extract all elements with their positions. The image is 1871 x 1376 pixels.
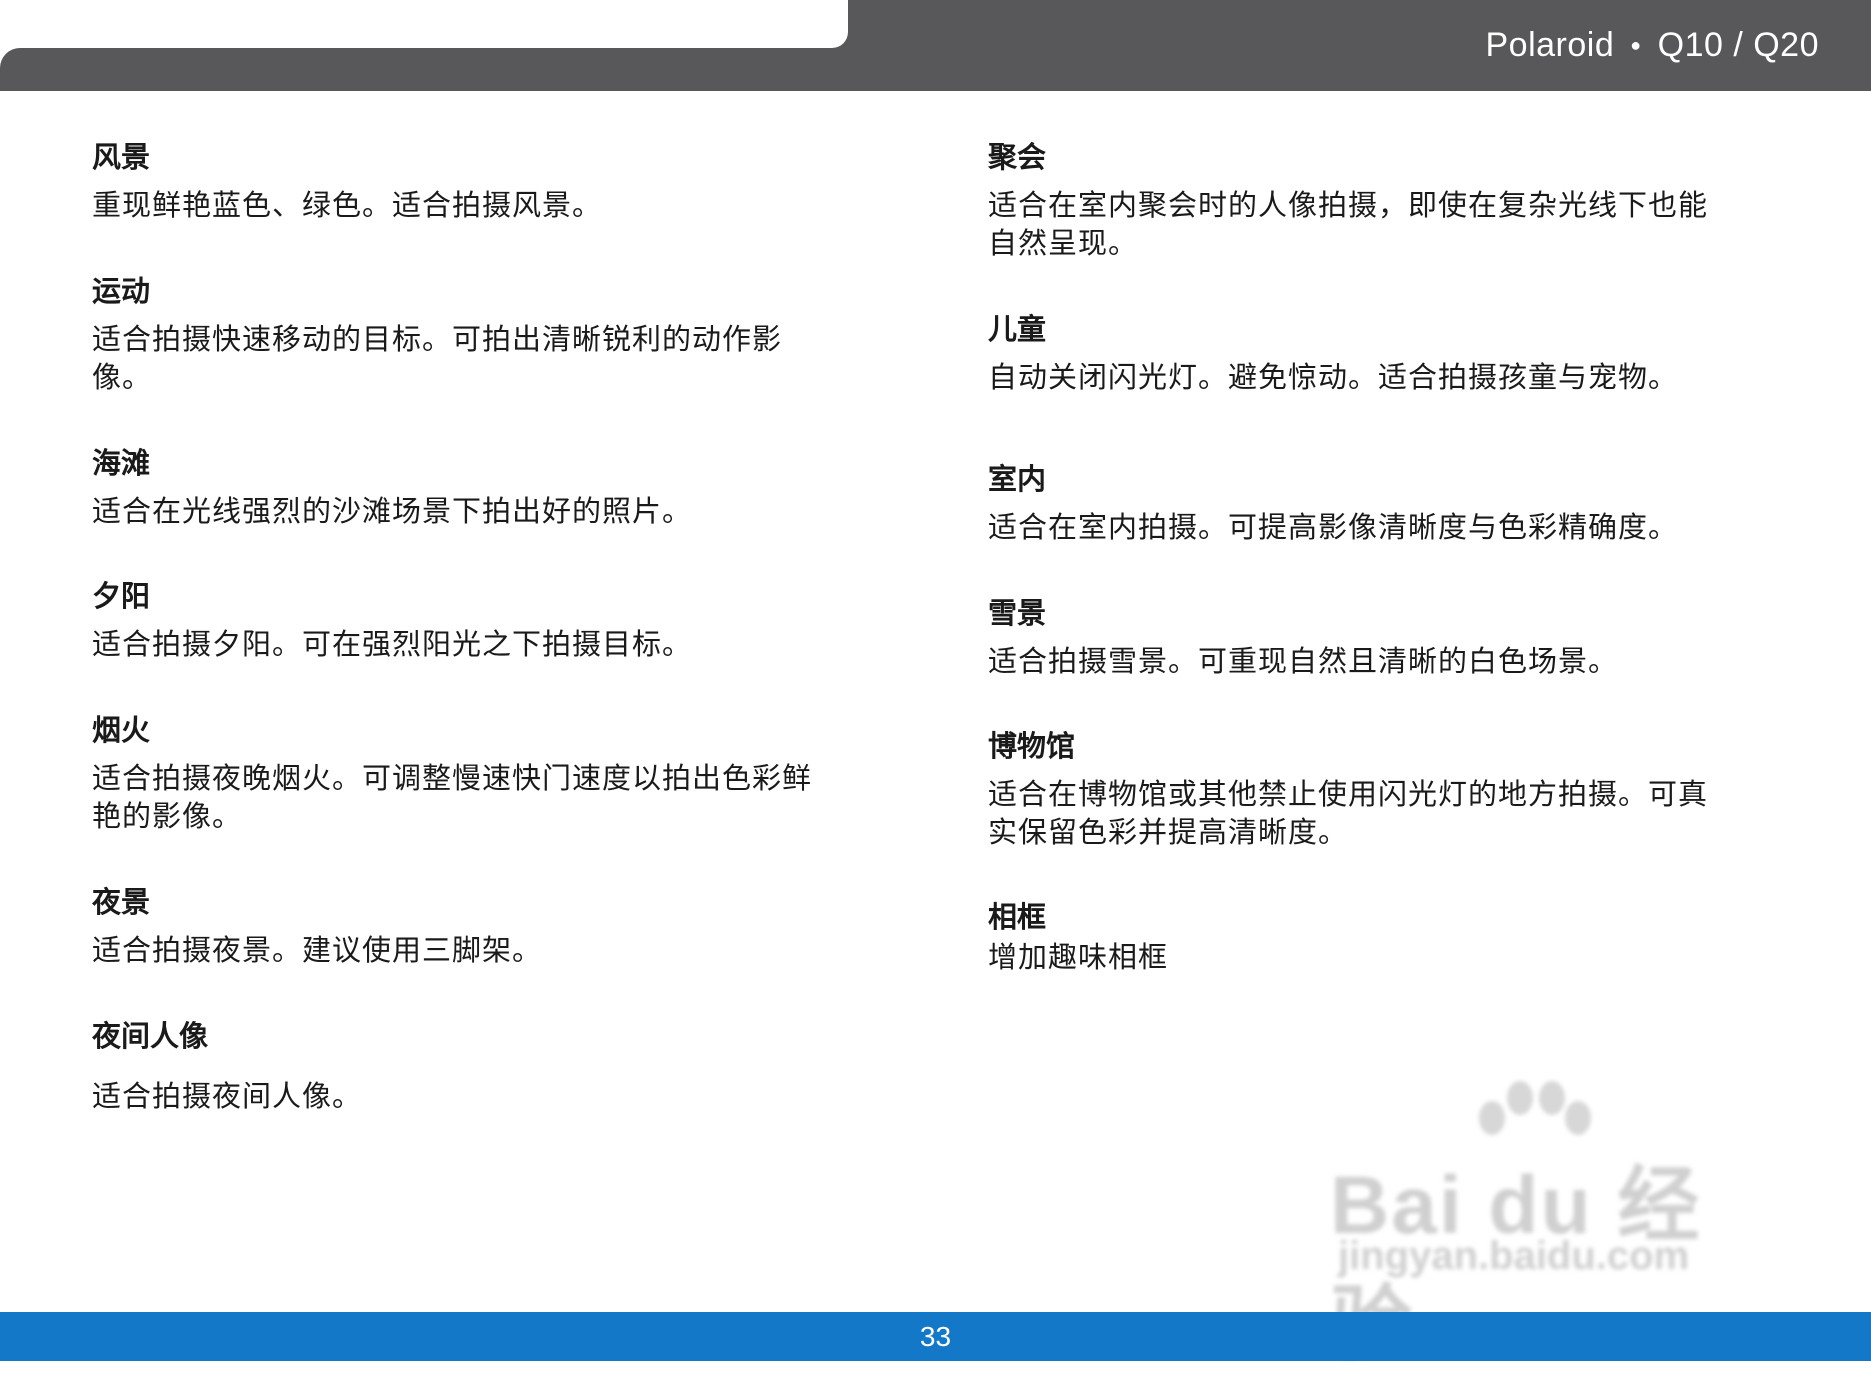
page-footer: 33 <box>0 1312 1871 1361</box>
mode-title: 雪景 <box>988 596 1047 630</box>
mode-title: 烟火 <box>92 713 151 747</box>
brand-name: Polaroid <box>1485 25 1615 64</box>
mode-description: 增加趣味相框 <box>988 940 1169 974</box>
mode-section-indoor: 室内 适合在室内拍摄。可提高影像清晰度与色彩精确度。 <box>988 460 1768 594</box>
mode-section-sports: 运动 适合拍摄快速移动的目标。可拍出清晰锐利的动作影 像。 <box>92 272 872 444</box>
mode-description: 自动关闭闪光灯。避免惊动。适合拍摄孩童与宠物。 <box>988 360 1679 394</box>
mode-title: 运动 <box>92 274 151 308</box>
bullet-separator: ● <box>1630 34 1642 55</box>
mode-section-children: 儿童 自动关闭闪光灯。避免惊动。适合拍摄孩童与宠物。 <box>988 310 1768 460</box>
mode-description: 适合拍摄夜间人像。 <box>92 1079 363 1113</box>
mode-title: 相框 <box>988 900 1047 934</box>
mode-description: 适合在室内聚会时的人像拍摄，即使在复杂光线下也能 自然呈现。 <box>988 188 1709 260</box>
mode-title: 夕阳 <box>92 579 151 613</box>
model-name: Q10 / Q20 <box>1657 25 1819 64</box>
mode-description: 重现鲜艳蓝色、绿色。适合拍摄风景。 <box>92 188 603 222</box>
mode-title: 博物馆 <box>988 729 1076 763</box>
mode-description: 适合拍摄雪景。可重现自然且清晰的白色场景。 <box>988 644 1619 678</box>
mode-section-fireworks: 烟火 适合拍摄夜晚烟火。可调整慢速快门速度以拍出色彩鲜 艳的影像。 <box>92 711 872 883</box>
mode-section-beach: 海滩 适合在光线强烈的沙滩场景下拍出好的照片。 <box>92 444 872 577</box>
header-tab-curve <box>0 48 20 91</box>
mode-title: 聚会 <box>988 140 1047 174</box>
right-column: 聚会 适合在室内聚会时的人像拍摄，即使在复杂光线下也能 自然呈现。 儿童 自动关… <box>988 138 1768 976</box>
mode-description: 适合在光线强烈的沙滩场景下拍出好的照片。 <box>92 494 693 528</box>
mode-section-museum: 博物馆 适合在博物馆或其他禁止使用闪光灯的地方拍摄。可真 实保留色彩并提高清晰度… <box>988 727 1768 898</box>
mode-section-party: 聚会 适合在室内聚会时的人像拍摄，即使在复杂光线下也能 自然呈现。 <box>988 138 1768 310</box>
mode-title: 夜景 <box>92 885 151 919</box>
mode-title: 儿童 <box>988 312 1047 346</box>
mode-title: 夜间人像 <box>92 1019 209 1053</box>
mode-section-frame: 相框 增加趣味相框 <box>988 898 1768 976</box>
mode-description: 适合拍摄夜景。建议使用三脚架。 <box>92 933 543 967</box>
mode-title: 风景 <box>92 140 151 174</box>
mode-section-landscape: 风景 重现鲜艳蓝色、绿色。适合拍摄风景。 <box>92 138 872 272</box>
mode-section-snow: 雪景 适合拍摄雪景。可重现自然且清晰的白色场景。 <box>988 594 1768 727</box>
left-column: 风景 重现鲜艳蓝色、绿色。适合拍摄风景。 运动 适合拍摄快速移动的目标。可拍出清… <box>92 138 872 1115</box>
mode-title: 海滩 <box>92 446 151 480</box>
mode-title: 室内 <box>988 462 1047 496</box>
mode-description: 适合拍摄快速移动的目标。可拍出清晰锐利的动作影 像。 <box>92 322 783 394</box>
watermark-url: jingyan.baidu.com <box>1338 1234 1690 1278</box>
mode-description: 适合拍摄夕阳。可在强烈阳光之下拍摄目标。 <box>92 627 693 661</box>
page-number: 33 <box>919 1320 952 1352</box>
mode-section-night-scene: 夜景 适合拍摄夜景。建议使用三脚架。 <box>92 883 872 1017</box>
mode-section-sunset: 夕阳 适合拍摄夕阳。可在强烈阳光之下拍摄目标。 <box>92 577 872 711</box>
header-brand: Polaroid ● Q10 / Q20 <box>1486 22 1820 68</box>
header-tab-cutout <box>0 0 848 48</box>
mode-description: 适合拍摄夜晚烟火。可调整慢速快门速度以拍出色彩鲜 艳的影像。 <box>92 761 813 833</box>
mode-section-night-portrait: 夜间人像 适合拍摄夜间人像。 <box>92 1017 872 1115</box>
mode-description: 适合在室内拍摄。可提高影像清晰度与色彩精确度。 <box>988 510 1679 544</box>
mode-description: 适合在博物馆或其他禁止使用闪光灯的地方拍摄。可真 实保留色彩并提高清晰度。 <box>988 777 1709 849</box>
baidu-watermark: Bai du 经验 jingyan.baidu.com <box>1330 1080 1760 1370</box>
page-header: Polaroid ● Q10 / Q20 <box>0 0 1871 91</box>
